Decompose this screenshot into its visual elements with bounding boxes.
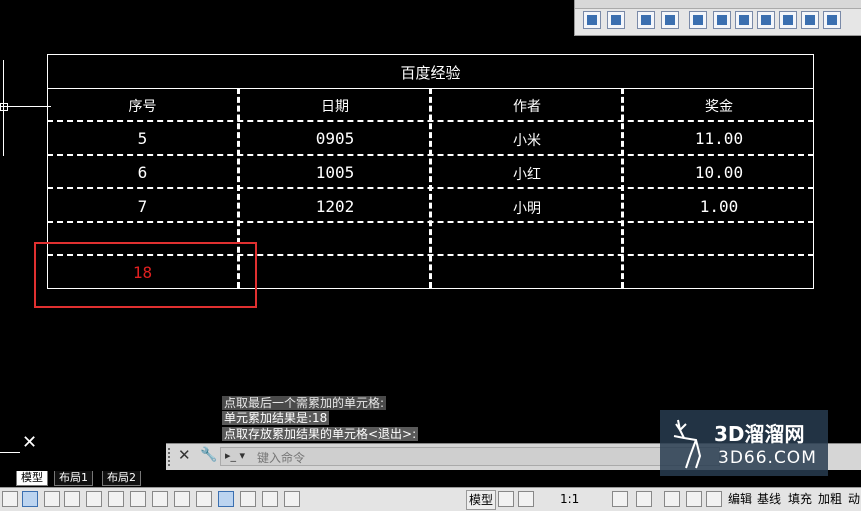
osnap-icon[interactable] [86, 491, 102, 507]
toolbar-hook-icon[interactable] [689, 11, 707, 29]
cell-bonus[interactable]: 1.00 [624, 197, 814, 216]
baseline-button[interactable]: 基线 [757, 490, 781, 508]
close-icon[interactable]: ✕ [178, 446, 191, 464]
cell-author[interactable]: 小红 [432, 164, 622, 184]
cell-index[interactable]: 5 [47, 129, 238, 148]
quick-view-drawing-icon[interactable] [518, 491, 534, 507]
quick-view-layout-icon[interactable] [498, 491, 514, 507]
annotation-scale[interactable]: 1:1 [560, 490, 579, 508]
toolbar-merge-icon[interactable] [735, 11, 753, 29]
command-prompt-icon[interactable]: ▸_ ▾ [225, 449, 245, 462]
snap-icon[interactable] [2, 491, 18, 507]
lock-icon[interactable] [686, 491, 702, 507]
header-author[interactable]: 作者 [432, 96, 622, 116]
cell-index[interactable]: 7 [47, 197, 238, 216]
wrench-icon[interactable]: 🔧 [200, 447, 217, 463]
cell-bonus[interactable]: 10.00 [624, 163, 814, 182]
toolbar-preview-icon[interactable] [607, 11, 625, 29]
header-date[interactable]: 日期 [240, 96, 430, 116]
tab-layout2[interactable]: 布局2 [102, 471, 141, 486]
column-divider [621, 88, 624, 288]
otrack-icon[interactable] [108, 491, 124, 507]
toolbar-align-icon[interactable] [713, 11, 731, 29]
table-title: 百度经验 [400, 64, 461, 82]
command-history-line: 点取存放累加结果的单元格<退出>: [222, 427, 419, 441]
cell-author[interactable]: 小明 [432, 198, 622, 218]
ortho-icon[interactable] [44, 491, 60, 507]
annotation-visibility-icon[interactable] [612, 491, 628, 507]
tab-model[interactable]: 模型 [16, 471, 48, 486]
header-bonus[interactable]: 奖金 [624, 96, 814, 116]
bold-button[interactable]: 加粗 [818, 490, 842, 508]
plus-icon[interactable] [196, 491, 212, 507]
ducs-icon[interactable] [130, 491, 146, 507]
drawing-toolbar [574, 0, 861, 36]
toolbar-image-icon[interactable] [661, 11, 679, 29]
watermark: 3D溜溜网 3D66.COM [660, 410, 828, 476]
watermark-domain: 3D66.COM [718, 448, 817, 468]
fill-button[interactable]: 填充 [788, 490, 812, 508]
ucs-axis [0, 452, 20, 453]
toolbar-top-row [575, 0, 861, 9]
deer-logo-icon [673, 419, 702, 469]
polar-icon[interactable] [64, 491, 80, 507]
cell-date[interactable]: 1005 [240, 163, 430, 182]
dynamic-button[interactable]: 动 [848, 490, 860, 508]
cell-author[interactable]: 小米 [432, 130, 622, 150]
drag-handle[interactable] [168, 448, 174, 466]
crosshair-pickbox [0, 103, 8, 111]
header-index[interactable]: 序号 [47, 96, 238, 116]
auto-scale-icon[interactable] [636, 491, 652, 507]
highlight-box [34, 242, 257, 308]
add-icon[interactable] [284, 491, 300, 507]
status-bar: 模型 1:1 编辑 基线 填充 加粗 动 [0, 487, 861, 511]
cell-date[interactable]: 0905 [240, 129, 430, 148]
toolbar-text-icon[interactable] [779, 11, 797, 29]
selection-cycle-icon[interactable] [240, 491, 256, 507]
toolbar-grid-icon[interactable] [637, 11, 655, 29]
cell-bonus[interactable]: 11.00 [624, 129, 814, 148]
command-history-line: 单元累加结果是:18 [222, 411, 330, 425]
model-space-button[interactable]: 模型 [466, 490, 497, 510]
dyn-icon[interactable] [152, 491, 168, 507]
toolbar-table-icon[interactable] [583, 11, 601, 29]
ucs-x-icon: ✕ [22, 432, 38, 453]
command-history-line: 点取最后一个需累加的单元格: [222, 396, 387, 410]
command-input[interactable]: ▸_ ▾ 键入命令 [220, 447, 720, 466]
column-divider [429, 88, 432, 288]
command-placeholder: 键入命令 [257, 451, 306, 465]
cell-date[interactable]: 1202 [240, 197, 430, 216]
toolbar-split-icon[interactable] [757, 11, 775, 29]
edit-button[interactable]: 编辑 [728, 490, 752, 508]
grid-icon[interactable] [22, 491, 38, 507]
transparency-icon[interactable] [218, 491, 234, 507]
annomonitor-icon[interactable] [262, 491, 278, 507]
tab-layout1[interactable]: 布局1 [54, 471, 93, 486]
toolbar-export-icon[interactable] [801, 11, 819, 29]
workspace-icon[interactable] [664, 491, 680, 507]
toolbar-number-icon[interactable] [823, 11, 841, 29]
isolate-icon[interactable] [706, 491, 722, 507]
watermark-brand: 3D溜溜网 [714, 422, 805, 446]
cell-index[interactable]: 6 [47, 163, 238, 182]
lineweight-icon[interactable] [174, 491, 190, 507]
